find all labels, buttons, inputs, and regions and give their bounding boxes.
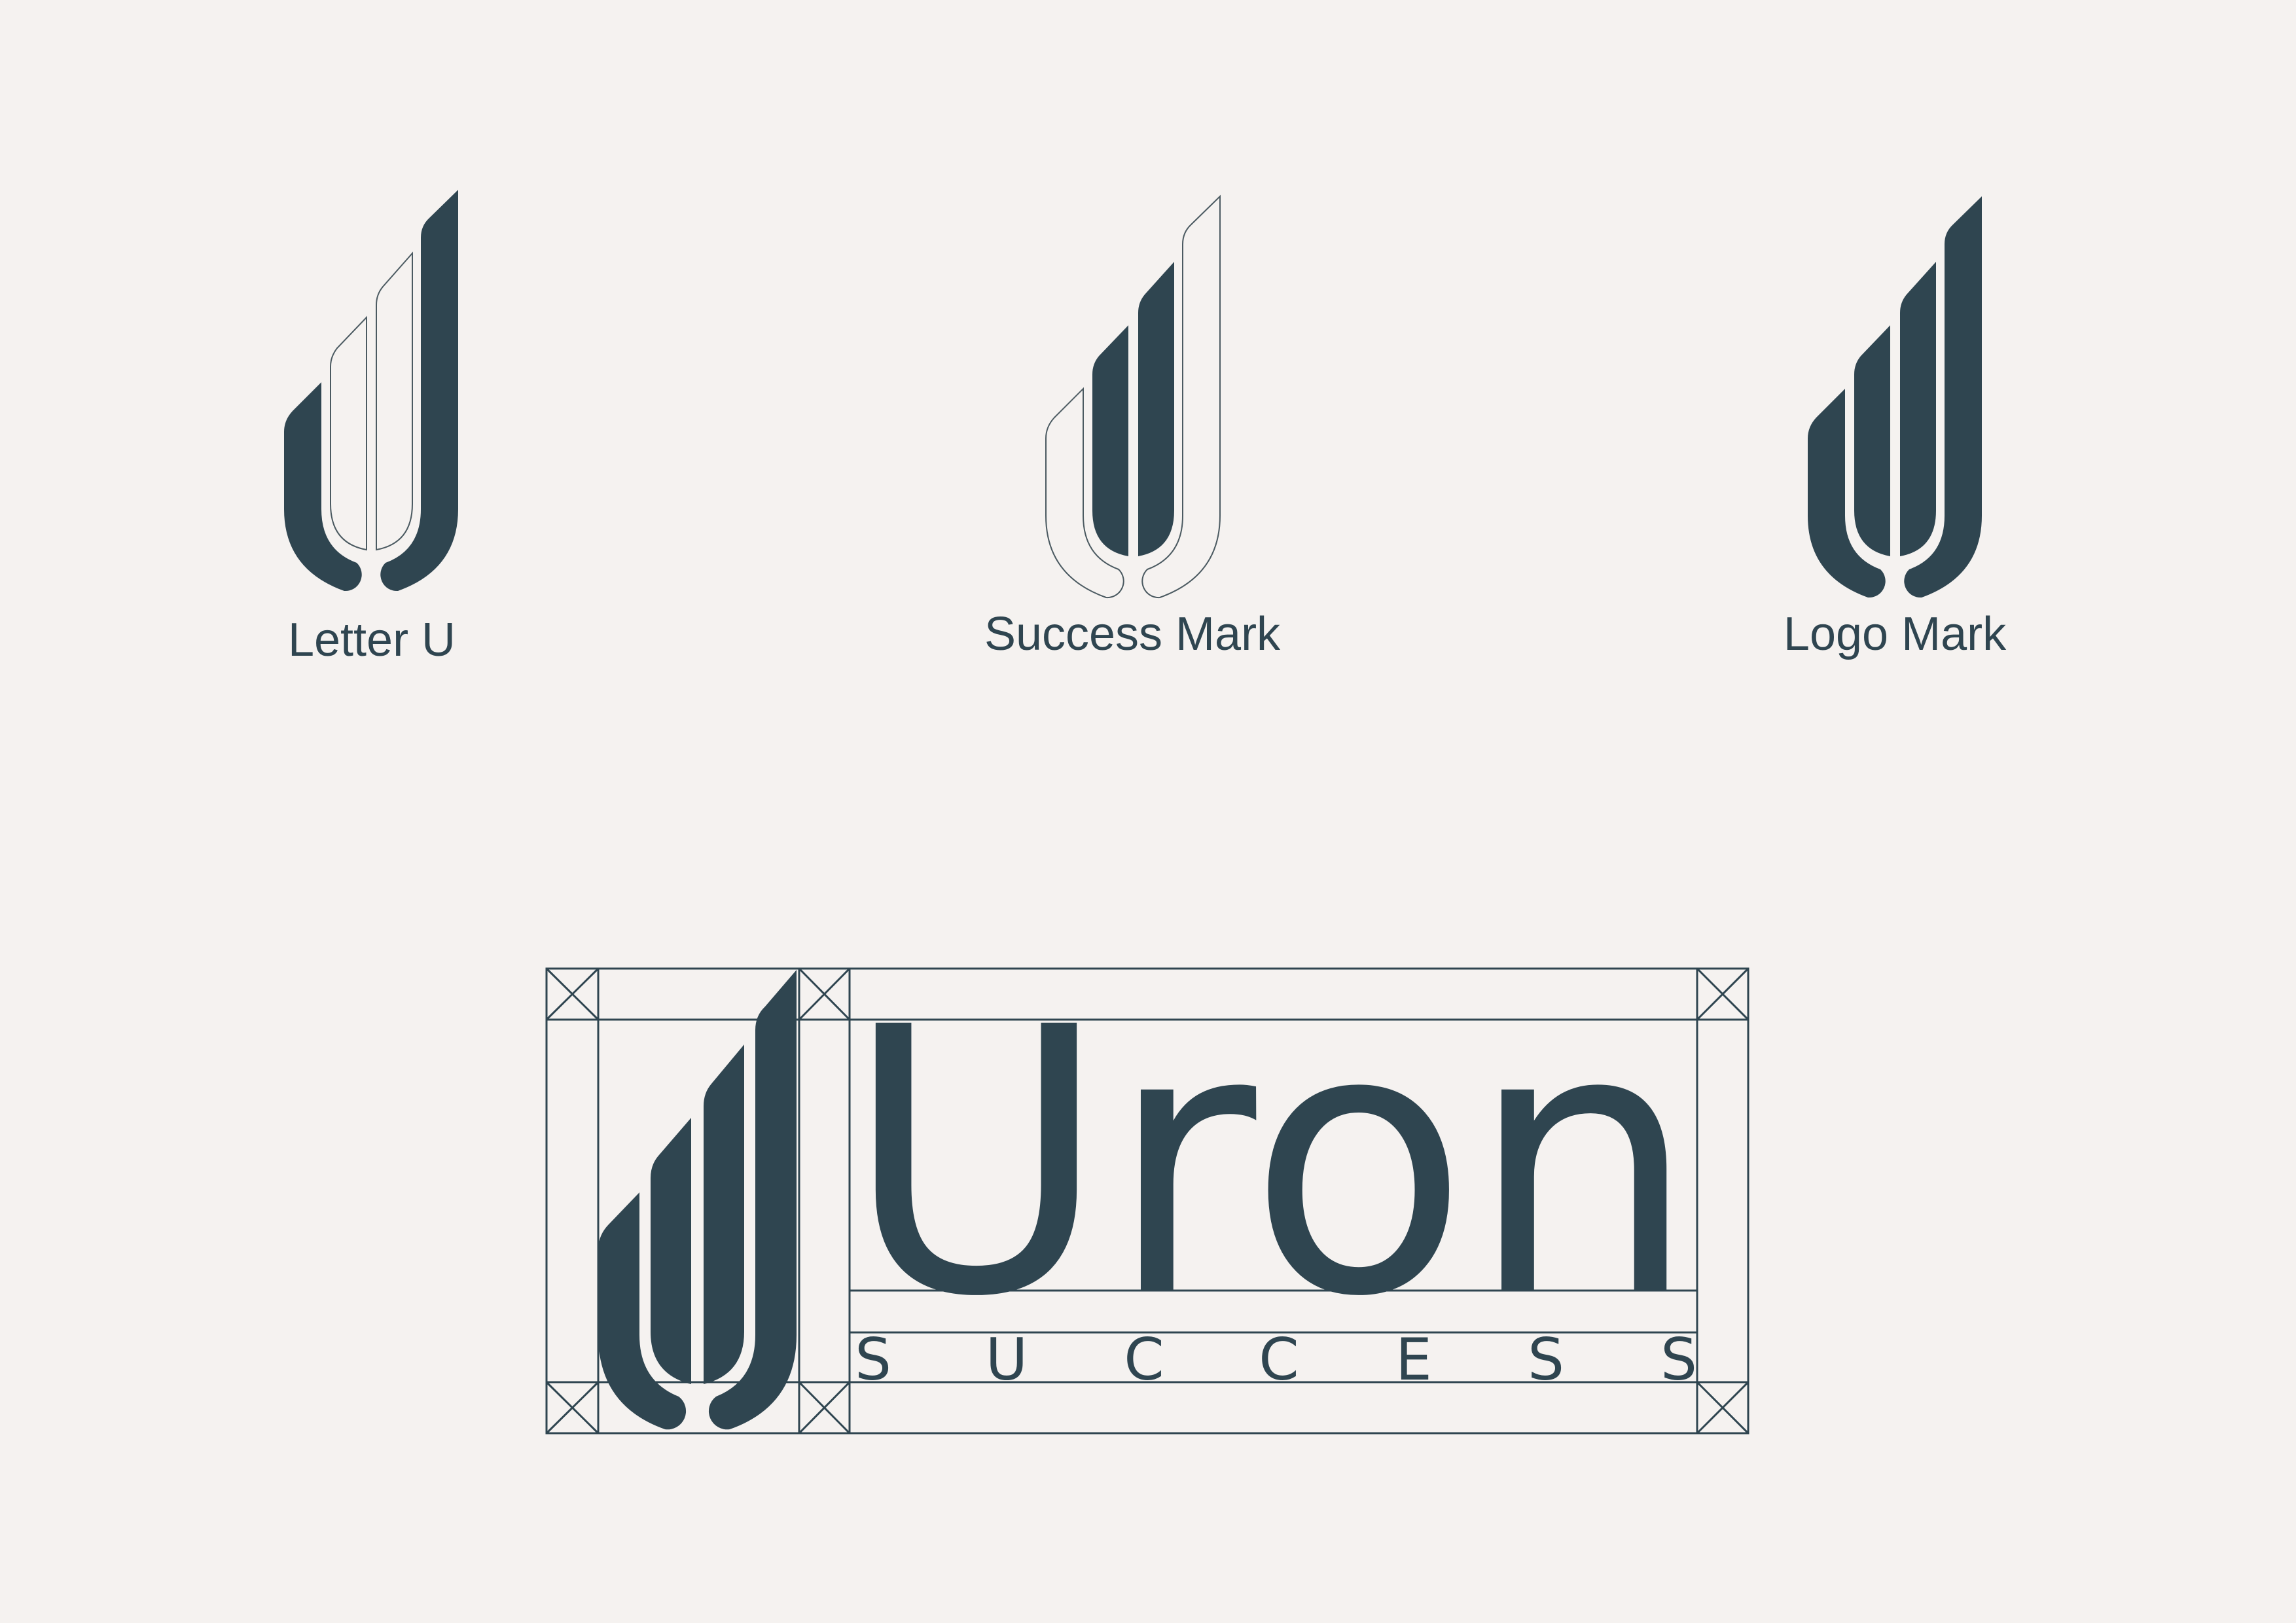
letter-u-icon bbox=[284, 190, 458, 592]
logo-mark-icon bbox=[1808, 196, 1982, 598]
caption-letter-u: Letter U bbox=[287, 614, 456, 666]
tagline-letter-e: E bbox=[1395, 1326, 1432, 1393]
caption-logo-mark: Logo Mark bbox=[1783, 608, 2007, 660]
caption-success-mark: Success Mark bbox=[984, 608, 1281, 660]
grid-logo-mark-icon bbox=[598, 970, 797, 1430]
tagline-letter-c1: C bbox=[1124, 1326, 1164, 1393]
logo-presentation-board: Uron S U C C E S S Letter U Success Mark… bbox=[0, 0, 2296, 1623]
logo-artwork: Uron S U C C E S S bbox=[284, 190, 1982, 1435]
tagline-letter-c2: C bbox=[1259, 1326, 1299, 1393]
wordmark-text: Uron bbox=[844, 950, 1697, 1377]
tagline-letter-s3: S bbox=[1660, 1326, 1697, 1393]
success-mark-icon bbox=[1045, 194, 1221, 599]
tagline-letter-s2: S bbox=[1528, 1326, 1564, 1393]
tagline-letter-s1: S bbox=[855, 1326, 891, 1393]
tagline-letter-u: U bbox=[986, 1326, 1028, 1393]
